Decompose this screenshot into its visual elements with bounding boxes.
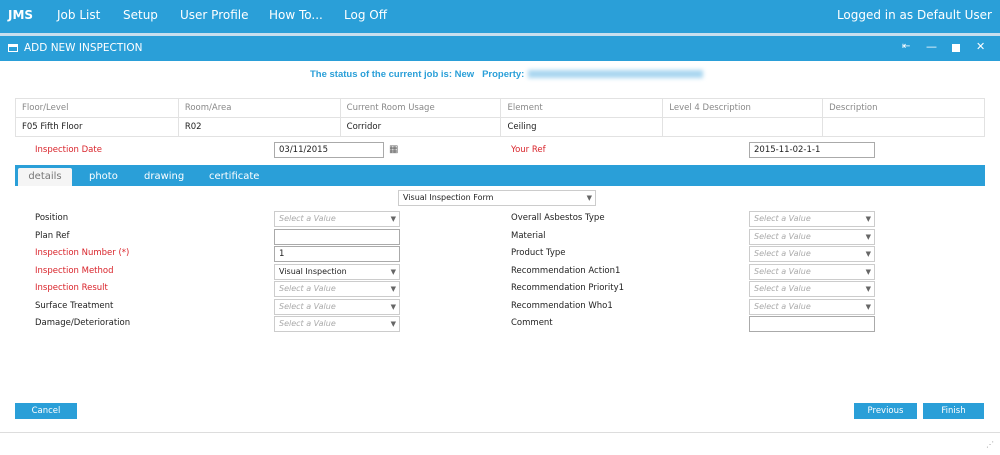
field-label: Material [511,230,546,241]
nav-setup[interactable]: Setup [123,8,158,22]
table-cell: Room/Area [177,98,341,118]
minimize-icon[interactable]: — [926,40,937,53]
nav-user-profile[interactable]: User Profile [180,8,248,22]
logged-in-user: Logged in as Default User [836,8,992,22]
nav-log-off[interactable]: Log Off [344,8,387,22]
table-cell: Level 4 Description [662,98,824,118]
close-icon[interactable]: ✕ [976,40,985,53]
form-type-select[interactable]: Visual Inspection Form ▼ [398,190,596,206]
job-status: The status of the current job is: New Pr… [310,69,704,80]
right-field-product-type[interactable]: Select a Value ▼ [749,246,875,262]
right-field-recommendation-priority1[interactable]: Select a Value ▼ [749,281,875,297]
tab-certificate[interactable]: certificate [209,168,259,186]
field-label: Surface Treatment [35,300,114,311]
footer-divider [0,432,1000,433]
field-label: Plan Ref [35,230,70,241]
table-cell: Current Room Usage [339,98,502,118]
maximize-icon[interactable] [952,44,960,52]
cancel-button[interactable]: Cancel [15,403,77,419]
inspection-date-input[interactable]: 03/11/2015 [274,142,384,158]
window-icon [8,44,18,52]
tab-details[interactable]: details [18,168,72,186]
tab-bar: details photo drawing certificate [15,165,985,186]
table-cell [822,117,985,137]
field-label: Product Type [511,248,566,258]
location-table: Floor/Level Room/Area Current Room Usage El… [15,98,985,137]
field-label: Damage/Deterioration [35,318,131,328]
table-cell: Corridor [339,117,502,137]
left-field-inspection-number[interactable]: 1 [274,246,400,262]
left-field-damage-deterioration[interactable]: Select a Value ▼ [274,316,400,332]
field-label: Recommendation Priority1 [511,283,625,293]
right-field-overall-asbestos-type[interactable]: Select a Value ▼ [749,211,875,227]
tab-drawing[interactable]: drawing [144,168,184,186]
finish-button[interactable]: Finish [923,403,984,419]
field-label: Recommendation Action1 [511,265,621,276]
inspection-date-label: Inspection Date [35,145,102,155]
nav-job-list[interactable]: Job List [57,8,100,22]
field-label: Overall Asbestos Type [511,213,605,223]
table-cell: Floor/Level [15,98,179,118]
left-field-surface-treatment[interactable]: Select a Value ▼ [274,298,400,315]
tab-photo[interactable]: photo [89,168,118,186]
window-title: ADD NEW INSPECTION [24,42,143,54]
right-field-comment[interactable] [749,316,875,332]
field-label: Position [35,213,69,223]
right-field-material[interactable]: Select a Value ▼ [749,228,875,245]
field-label: Recommendation Who1 [511,300,613,311]
your-ref-label: Your Ref [511,145,546,155]
table-cell: Description [822,98,985,118]
table-cell [662,117,824,137]
field-label: Inspection Method [35,265,114,276]
left-field-plan-ref[interactable] [274,228,400,245]
table-cell: R02 [177,117,341,137]
left-field-inspection-method[interactable]: Visual Inspection ▼ [274,263,400,280]
field-label: Inspection Number (*) [35,248,130,258]
left-field-position[interactable]: Select a Value ▼ [274,211,400,227]
table-cell: Element [500,98,664,118]
previous-button[interactable]: Previous [854,403,917,419]
resize-handle-icon[interactable]: ⋰ [986,440,994,449]
table-cell: Ceiling [500,117,664,137]
property-value-redacted [528,70,704,79]
calendar-icon[interactable]: ▦ [389,144,398,155]
your-ref-input[interactable]: 2015-11-02-1-1 [749,142,875,158]
field-label: Comment [511,318,553,328]
table-cell: F05 Fifth Floor [15,117,179,137]
pin-icon[interactable]: ⇤ [902,41,910,52]
left-field-inspection-result[interactable]: Select a Value ▼ [274,281,400,297]
right-field-recommendation-who1[interactable]: Select a Value ▼ [749,298,875,315]
field-label: Inspection Result [35,283,108,293]
top-nav: JMS Job List Setup User Profile How To..… [0,0,1000,33]
window-titlebar: ADD NEW INSPECTION ⇤ — ✕ [0,36,1000,61]
right-field-recommendation-action1[interactable]: Select a Value ▼ [749,263,875,280]
nav-how-to[interactable]: How To... [269,8,323,22]
brand-logo[interactable]: JMS [8,8,33,22]
